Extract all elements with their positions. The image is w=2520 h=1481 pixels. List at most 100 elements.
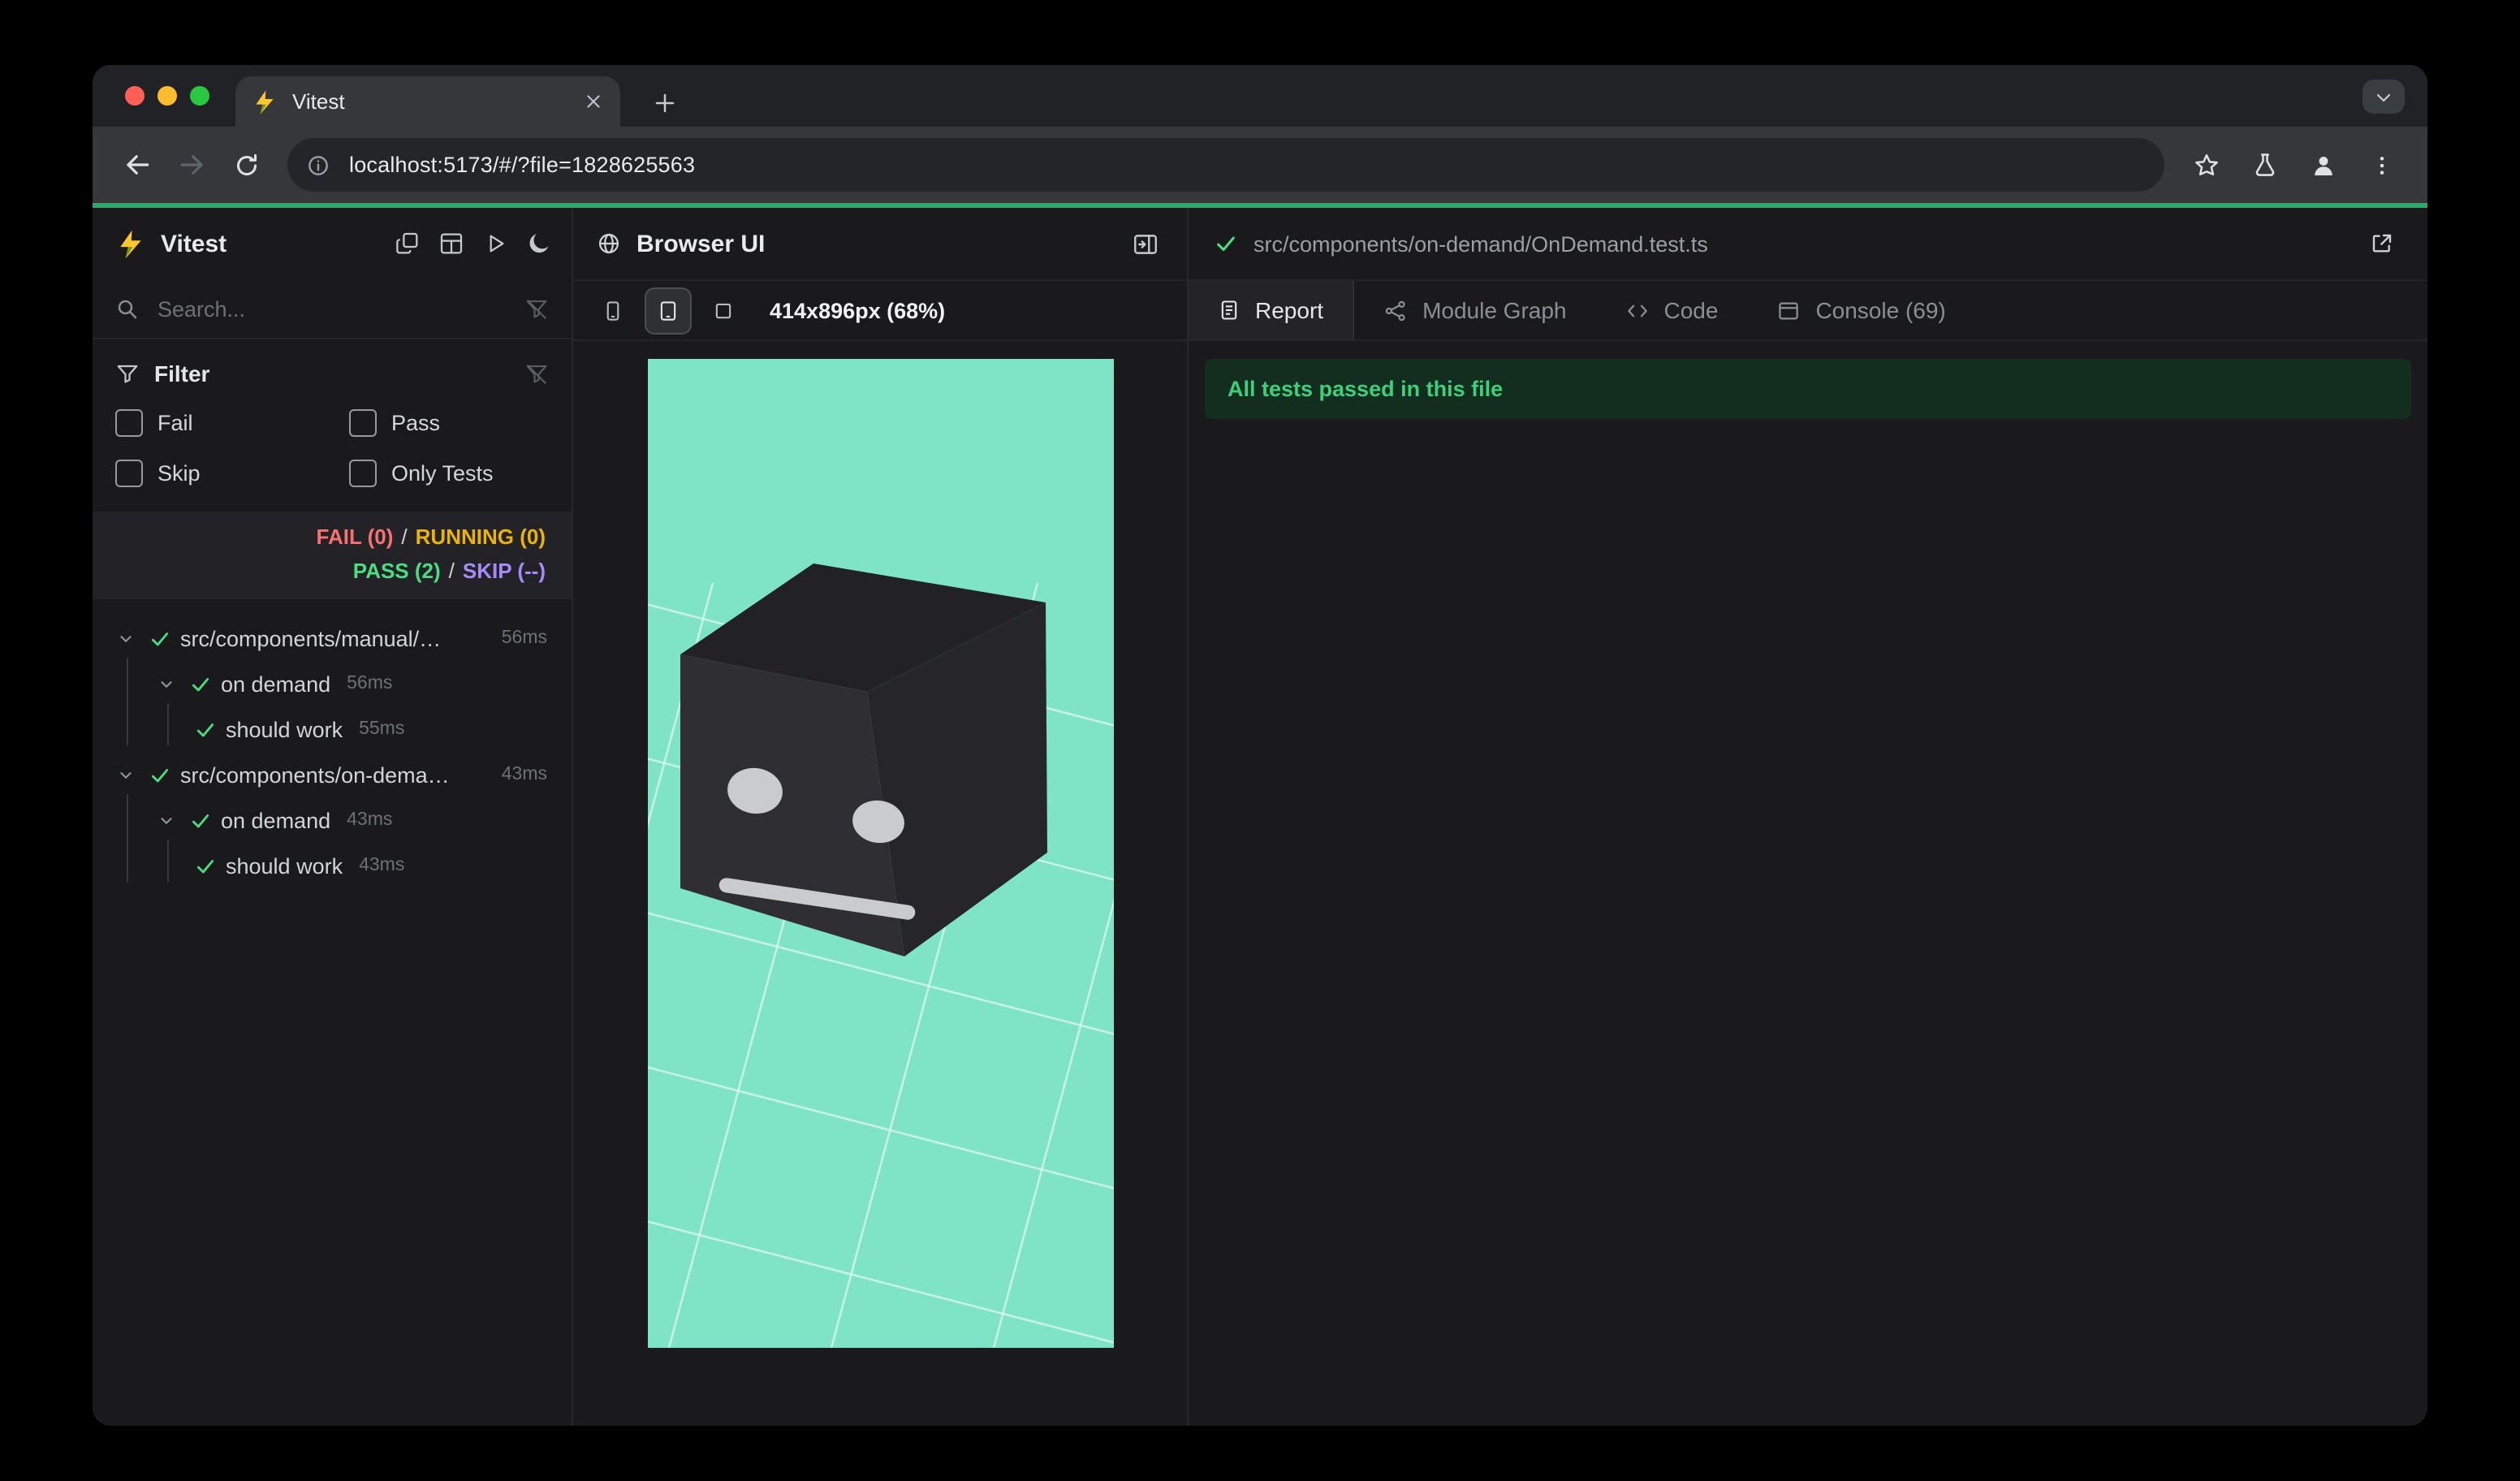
tab-search-button[interactable] (2362, 80, 2405, 114)
tab-close-icon[interactable] (583, 91, 604, 112)
open-external-icon[interactable] (2362, 224, 2401, 263)
close-window-button[interactable] (125, 86, 145, 106)
chevron-down-icon[interactable] (158, 675, 180, 693)
forward-button[interactable] (164, 137, 219, 192)
zoom-window-button[interactable] (190, 86, 209, 106)
tab-label: Console (69) (1815, 297, 1946, 323)
tree-row-suite[interactable]: on demand 56ms (93, 661, 572, 706)
reload-button[interactable] (219, 137, 274, 192)
check-icon (195, 719, 216, 740)
phone-viewport-icon[interactable] (589, 287, 636, 334)
app-title: Vitest (161, 230, 227, 257)
check-icon (149, 764, 170, 785)
tree-item-duration: 56ms (347, 674, 393, 693)
tree-row-test[interactable]: should work 55ms (93, 706, 572, 752)
browser-preview-canvas[interactable] (647, 359, 1113, 1348)
vitest-ui: Vitest Search... Filter Fail Pass Skip O… (93, 208, 2427, 1426)
checkbox-icon[interactable] (349, 460, 377, 487)
tab-strip: Vitest (93, 65, 2427, 127)
tree-item-label: should work (226, 717, 343, 741)
square-viewport-icon[interactable] (700, 287, 747, 334)
url-text: localhost:5173/#/?file=1828625563 (349, 153, 696, 177)
forward-arrow-icon (179, 155, 202, 175)
search-icon (115, 296, 140, 321)
back-button[interactable] (109, 137, 164, 192)
vitest-logo-icon (115, 228, 146, 259)
dashboard-icon[interactable] (430, 223, 471, 264)
chevron-down-icon (2376, 93, 2391, 101)
traffic-lights (125, 86, 209, 106)
separator: / (401, 525, 408, 549)
chevron-down-icon[interactable] (158, 811, 180, 829)
running-count: RUNNING (0) (415, 525, 546, 549)
filter-funnel-icon (115, 361, 140, 386)
collapse-tests-icon[interactable] (386, 223, 427, 264)
tree-row-suite[interactable]: on demand 43ms (93, 797, 572, 843)
search-input[interactable] (154, 295, 524, 322)
checkbox-icon[interactable] (349, 409, 377, 437)
sidebar: Vitest Search... Filter Fail Pass Skip O… (93, 208, 573, 1426)
tree-item-label: on demand (221, 808, 331, 832)
tab-code[interactable]: Code (1596, 281, 1748, 339)
vitest-favicon-icon (252, 89, 278, 114)
test-status-summary: FAIL (0) / RUNNING (0) PASS (2) / SKIP (--) (93, 512, 572, 599)
tree-guide (127, 658, 128, 745)
check-icon (190, 810, 211, 831)
report-header: src/components/on-demand/OnDemand.test.t… (1189, 208, 2427, 281)
profile-avatar-icon[interactable] (2294, 137, 2353, 192)
check-icon (195, 855, 216, 876)
tree-item-label: on demand (221, 671, 331, 696)
tree-item-duration: 43ms (347, 810, 393, 830)
panel-expand-icon[interactable] (1125, 224, 1164, 263)
tree-row-test[interactable]: should work 43ms (93, 843, 572, 888)
tree-guide (167, 840, 169, 882)
tab-module-graph[interactable]: Module Graph (1354, 281, 1595, 339)
tree-item-label: src/components/manual/… (180, 626, 442, 650)
viewport-toolbar: 414x896px (68%) (573, 281, 1187, 341)
code-icon (1625, 298, 1650, 322)
site-info-icon[interactable] (297, 144, 339, 186)
tab-title: Vitest (292, 89, 345, 114)
experiments-flask-icon[interactable] (2236, 137, 2294, 192)
checkbox-label: Only Tests (391, 461, 494, 486)
tree-row-file[interactable]: src/components/on-dema… 43ms (93, 752, 572, 797)
tree-item-duration: 55ms (359, 719, 405, 739)
browser-ui-panel: Browser UI 414x896px (68%) (573, 208, 1189, 1426)
checkbox-icon[interactable] (115, 460, 143, 487)
chevron-down-icon[interactable] (117, 766, 140, 784)
address-bar[interactable]: localhost:5173/#/?file=1828625563 (287, 138, 2164, 192)
test-tree: src/components/manual/… 56ms on demand 5… (93, 599, 572, 1426)
tablet-viewport-icon[interactable] (645, 287, 692, 334)
browser-toolbar: localhost:5173/#/?file=1828625563 (93, 127, 2427, 203)
tree-item-duration: 43ms (501, 765, 547, 784)
bookmark-star-icon[interactable] (2177, 137, 2236, 192)
tab-console[interactable]: Console (69) (1747, 281, 1974, 339)
new-tab-button[interactable] (645, 83, 684, 122)
chevron-down-icon[interactable] (117, 629, 140, 647)
checkbox-skip[interactable]: Skip (115, 460, 349, 487)
tree-guide (127, 794, 128, 882)
filter-off-icon[interactable] (524, 361, 549, 386)
checkbox-pass[interactable]: Pass (349, 409, 549, 437)
tab-label: Report (1255, 297, 1324, 323)
tree-item-label: should work (226, 853, 343, 878)
checkbox-label: Pass (391, 411, 441, 435)
tab-report[interactable]: Report (1189, 281, 1355, 339)
clear-filter-icon[interactable] (524, 296, 549, 321)
checkbox-only-tests[interactable]: Only Tests (349, 460, 549, 487)
preview-area (573, 341, 1187, 1426)
menu-kebab-icon[interactable] (2353, 137, 2411, 192)
run-all-play-icon[interactable] (474, 223, 515, 264)
separator: / (448, 559, 455, 583)
check-icon (1215, 232, 1237, 255)
report-tabs: Report Module Graph Code Console (69) (1189, 281, 2427, 341)
viewport-dimensions: 414x896px (68%) (770, 298, 946, 322)
tab-label: Code (1663, 297, 1719, 323)
checkbox-icon[interactable] (115, 409, 143, 437)
dark-mode-moon-icon[interactable] (518, 223, 559, 264)
checkbox-label: Fail (158, 411, 193, 435)
checkbox-fail[interactable]: Fail (115, 409, 349, 437)
tree-row-file[interactable]: src/components/manual/… 56ms (93, 615, 572, 661)
minimize-window-button[interactable] (158, 86, 177, 106)
browser-tab[interactable]: Vitest (235, 76, 620, 127)
